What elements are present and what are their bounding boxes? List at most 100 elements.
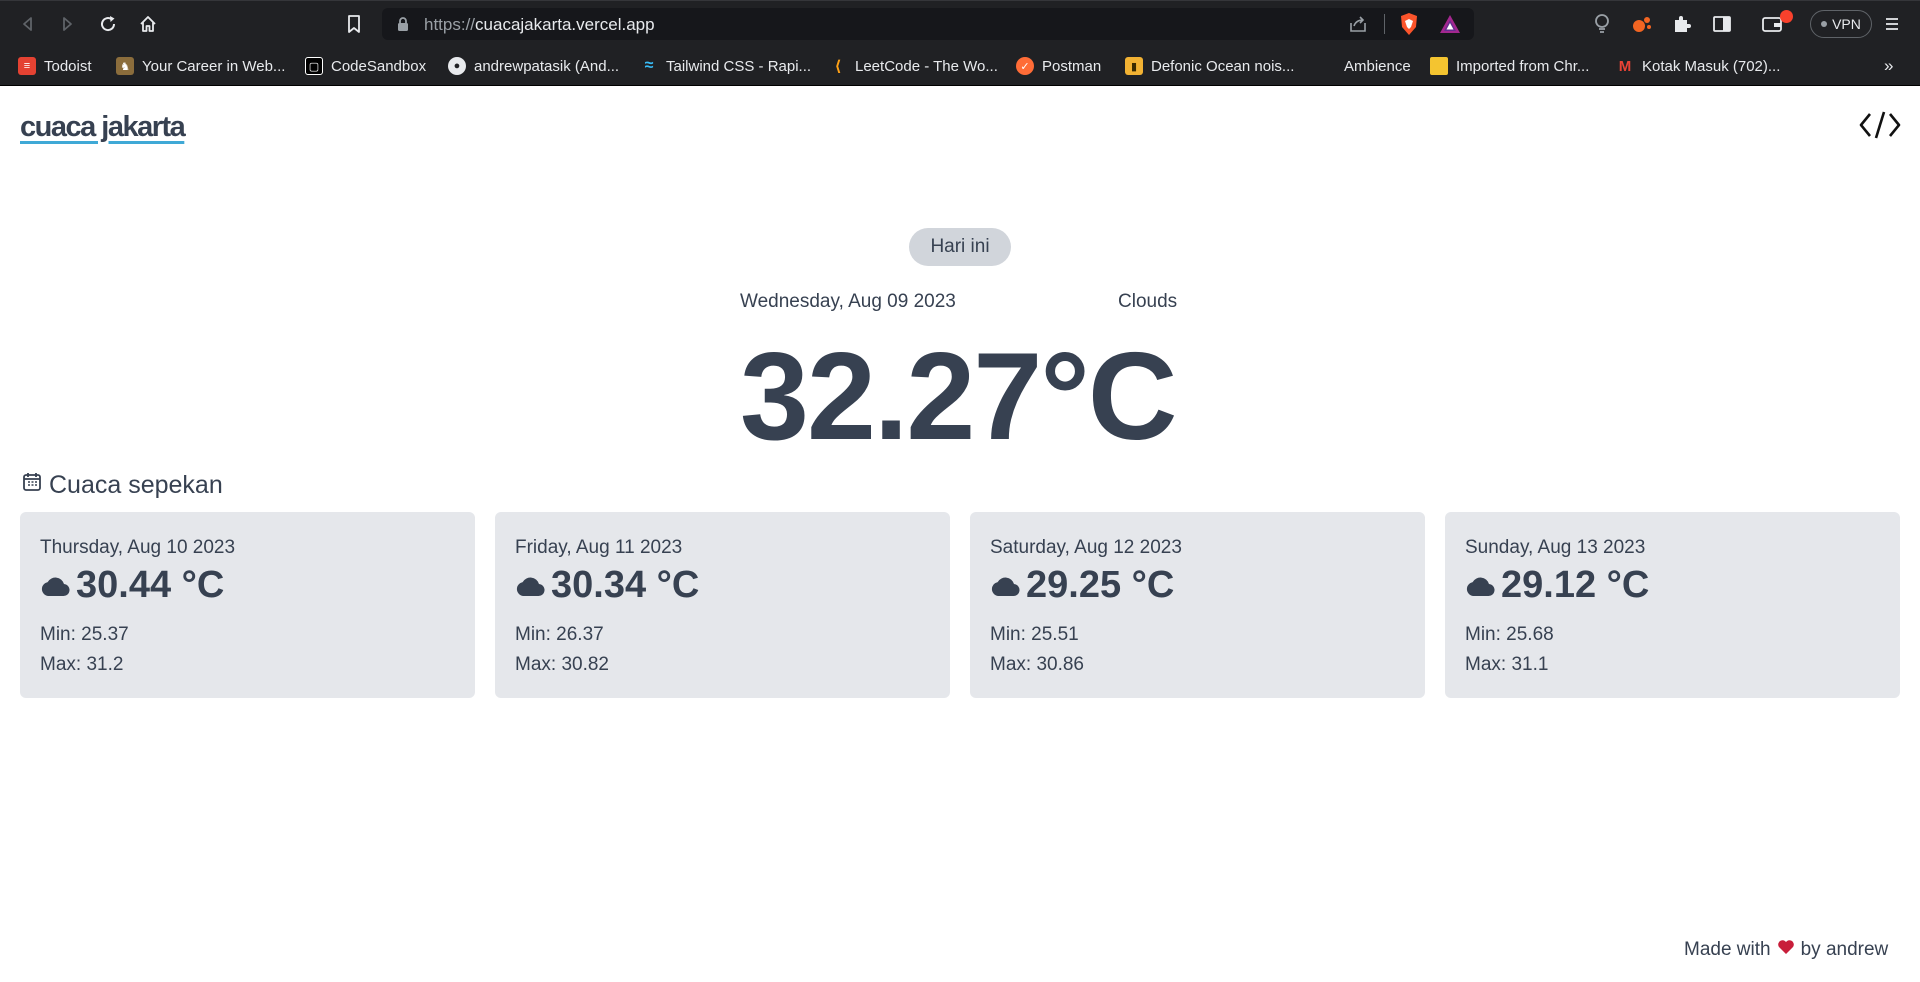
bookmark-folder-imported[interactable]: Imported from Chr... (1430, 46, 1589, 86)
bookmarks-overflow-button[interactable]: » (1884, 56, 1893, 76)
heart-icon (1777, 939, 1795, 961)
weekly-forecast-heading: Cuaca sepekan (22, 471, 223, 500)
bookmark-career[interactable]: ♞ Your Career in Web... (116, 46, 285, 86)
cloud-icon (1465, 564, 1495, 607)
bookmark-tailwind[interactable]: ≈ Tailwind CSS - Rapi... (640, 46, 811, 86)
forecast-card: Sunday, Aug 13 2023 29.12 °C Min: 25.68 … (1445, 512, 1900, 698)
bookmarks-bar: ≡ Todoist ♞ Your Career in Web... ▢ Code… (0, 46, 1920, 86)
vpn-button[interactable]: VPN (1810, 10, 1872, 38)
bookmark-github[interactable]: ● andrewpatasik (And... (448, 46, 619, 86)
bookmark-icon[interactable] (342, 12, 366, 36)
menu-icon[interactable] (1880, 12, 1904, 36)
extensions-puzzle-icon[interactable] (1670, 12, 1694, 36)
site-title-link[interactable]: cuaca jakarta (20, 111, 186, 144)
forecast-date: Thursday, Aug 10 2023 (40, 537, 236, 558)
defonic-icon: ▮ (1125, 57, 1143, 75)
forward-icon[interactable] (55, 12, 79, 36)
forecast-card: Saturday, Aug 12 2023 29.25 °C Min: 25.5… (970, 512, 1425, 698)
forecast-temperature: 29.25 °C (1026, 564, 1175, 606)
forecast-date: Saturday, Aug 12 2023 (990, 537, 1182, 558)
forecast-cards: Thursday, Aug 10 2023 30.44 °C Min: 25.3… (20, 512, 1900, 698)
github-icon: ● (448, 57, 466, 75)
forecast-temperature: 30.34 °C (551, 564, 700, 606)
bookmark-leetcode[interactable]: ⟨ LeetCode - The Wo... (829, 46, 998, 86)
forecast-date: Friday, Aug 11 2023 (515, 537, 683, 558)
back-icon[interactable] (16, 12, 40, 36)
forecast-max: Max: 30.82 (515, 654, 609, 675)
forecast-card: Friday, Aug 11 2023 30.34 °C Min: 26.37 … (495, 512, 950, 698)
bookmark-label: Todoist (44, 57, 92, 75)
brave-rewards-icon[interactable] (1438, 13, 1462, 40)
url-host: cuacajakarta.vercel.app (475, 15, 655, 34)
vpn-status-dot (1821, 21, 1828, 27)
weekly-forecast-title: Cuaca sepekan (49, 471, 223, 499)
forecast-min: Min: 25.68 (1465, 624, 1554, 645)
forecast-min: Min: 26.37 (515, 624, 604, 645)
bookmark-label: LeetCode - The Wo... (855, 57, 998, 75)
forecast-temperature: 29.12 °C (1501, 564, 1650, 606)
bookmark-todoist[interactable]: ≡ Todoist (18, 46, 92, 86)
lock-icon (396, 16, 410, 37)
today-condition: Clouds (1118, 291, 1178, 312)
reload-icon[interactable] (96, 12, 120, 36)
address-bar[interactable]: https://cuacajakarta.vercel.app (382, 8, 1474, 40)
brave-shields-icon[interactable] (1398, 12, 1420, 41)
career-icon: ♞ (116, 57, 134, 75)
folder-icon (1430, 57, 1448, 75)
bookmark-label: Kotak Masuk (702)... (1642, 57, 1781, 75)
bookmark-label: CodeSandbox (331, 57, 427, 75)
bookmark-label: andrewpatasik (And... (474, 57, 620, 75)
bookmark-gmail[interactable]: M Kotak Masuk (702)... (1616, 46, 1781, 86)
page-content: cuaca jakarta Hari ini Wednesday, Aug 09… (0, 86, 1920, 982)
vpn-label: VPN (1832, 16, 1861, 32)
tailwind-icon: ≈ (644, 57, 654, 74)
bookmark-label: Postman (1042, 57, 1102, 75)
bookmark-label: Imported from Chr... (1456, 57, 1590, 75)
bookmark-postman[interactable]: ✓ Postman (1016, 46, 1101, 86)
wallet-badge (1780, 10, 1793, 23)
url-protocol: https:// (424, 15, 476, 34)
forecast-temp-row: 30.44 °C (40, 564, 224, 607)
today-temperature: 32.27°C (740, 328, 1177, 466)
forecast-min: Min: 25.51 (990, 624, 1079, 645)
cloud-icon (40, 564, 70, 607)
forecast-max: Max: 31.1 (1465, 654, 1549, 675)
calendar-icon (22, 471, 42, 500)
forecast-temp-row: 29.12 °C (1465, 564, 1649, 607)
share-icon[interactable] (1348, 14, 1368, 39)
forecast-temperature: 30.44 °C (76, 564, 225, 606)
today-date: Wednesday, Aug 09 2023 (740, 291, 956, 312)
footer-made-with: Made with (1684, 939, 1771, 960)
today-badge: Hari ini (909, 228, 1011, 266)
forecast-max: Max: 31.2 (40, 654, 124, 675)
bookmark-defonic[interactable]: ▮ Defonic Ocean nois... (1125, 46, 1294, 86)
codesandbox-icon: ▢ (305, 57, 323, 75)
forecast-max: Max: 30.86 (990, 654, 1084, 675)
browser-toolbar: https://cuacajakarta.vercel.app VPN (0, 0, 1920, 46)
url-text[interactable]: https://cuacajakarta.vercel.app (424, 15, 655, 35)
lightbulb-icon[interactable] (1590, 12, 1614, 36)
bookmark-label: Ambience (1344, 57, 1411, 75)
forecast-min: Min: 25.37 (40, 624, 129, 645)
sidebar-toggle-icon[interactable] (1710, 12, 1734, 36)
forecast-temp-row: 29.25 °C (990, 564, 1174, 607)
extension-orange-icon[interactable] (1630, 12, 1654, 36)
footer-author: by andrew (1800, 939, 1889, 960)
url-separator (1384, 14, 1385, 34)
home-icon[interactable] (136, 12, 160, 36)
source-code-icon[interactable] (1858, 108, 1902, 142)
gmail-icon: M (1618, 57, 1632, 75)
cloud-icon (990, 564, 1020, 607)
forecast-temp-row: 30.34 °C (515, 564, 699, 607)
bookmark-label: Tailwind CSS - Rapi... (666, 57, 812, 75)
cloud-icon (515, 564, 545, 607)
bookmark-label: Defonic Ocean nois... (1151, 57, 1295, 75)
forecast-date: Sunday, Aug 13 2023 (1465, 537, 1646, 558)
postman-icon: ✓ (1016, 57, 1034, 75)
todoist-icon: ≡ (18, 57, 36, 75)
leetcode-icon: ⟨ (834, 58, 842, 75)
bookmark-label: Your Career in Web... (142, 57, 286, 75)
forecast-card: Thursday, Aug 10 2023 30.44 °C Min: 25.3… (20, 512, 475, 698)
bookmark-ambience[interactable]: Ambience (1344, 46, 1411, 86)
bookmark-codesandbox[interactable]: ▢ CodeSandbox (305, 46, 426, 86)
